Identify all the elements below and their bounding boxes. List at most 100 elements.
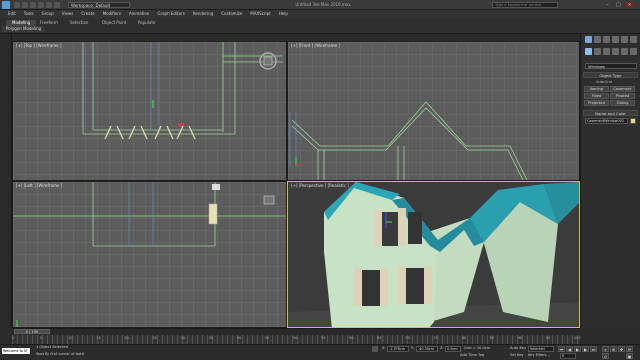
go-to-end-icon[interactable]: ⏭ [590, 346, 597, 352]
minimize-icon[interactable]: – [603, 2, 612, 8]
go-to-start-icon[interactable]: ⏮ [558, 346, 565, 352]
menu-item-group[interactable]: Group [38, 10, 58, 18]
tab-populate[interactable]: Populate [132, 20, 161, 26]
app-logo-icon[interactable] [2, 1, 10, 9]
key-filters-button[interactable]: Key Filters... [528, 353, 550, 357]
object-category-dropdown[interactable]: Windows [585, 63, 637, 69]
z-coordinate-field[interactable]: 0.0cm [445, 346, 461, 352]
track-bar-tick-label: 40 [236, 336, 242, 340]
zoom-icon[interactable]: ⌕ [602, 346, 609, 352]
prompt-line: Specify first corner of bottl [36, 352, 84, 356]
menu-item-help[interactable]: Help [275, 10, 292, 18]
menu-item-customize[interactable]: Customize [217, 10, 246, 18]
track-bar-tick-label: 35 [208, 336, 214, 340]
viewport-label-top[interactable]: [+] [Top ] [Wireframe ] [16, 43, 61, 48]
search-input[interactable]: Type a keyword or phrase [492, 2, 558, 8]
viewport-top[interactable]: [+] [Top ] [Wireframe ] [12, 41, 287, 181]
orbit-icon[interactable]: ⟳ [626, 346, 633, 352]
menu-item-rendering[interactable]: Rendering [189, 10, 217, 18]
casement-button[interactable]: Casement [610, 86, 635, 92]
next-frame-icon[interactable]: ▶ [582, 346, 589, 352]
fixed-button[interactable]: Fixed [584, 93, 609, 99]
display-tab-icon[interactable] [621, 36, 628, 43]
window-lower-left [354, 268, 388, 306]
scene-explorer-strip[interactable] [0, 34, 12, 328]
y-label: Y: [411, 346, 414, 350]
motion-tab-icon[interactable] [612, 36, 619, 43]
menu-item-views[interactable]: Views [58, 10, 78, 18]
redo-icon[interactable] [46, 2, 52, 8]
lock-selection-icon[interactable] [372, 346, 378, 352]
house-render [288, 182, 579, 327]
modify-tab-icon[interactable] [594, 36, 601, 43]
pivoted-button[interactable]: Pivoted [610, 93, 635, 99]
tab-object-paint[interactable]: Object Paint [96, 20, 132, 26]
menu-item-animation[interactable]: Animation [125, 10, 153, 18]
pan-icon[interactable]: ✥ [618, 346, 625, 352]
helpers-icon[interactable] [621, 48, 628, 55]
previous-frame-icon[interactable]: ◀ [566, 346, 573, 352]
play-icon[interactable]: ▶ [574, 346, 581, 352]
add-time-tag[interactable]: Add Time Tag [460, 353, 484, 357]
field-of-view-icon[interactable]: ◇ [602, 353, 609, 359]
utilities-tab-icon[interactable] [630, 36, 637, 43]
projected-button[interactable]: Projected [584, 100, 609, 106]
object-name-field[interactable]: CasementWindow002 [585, 118, 628, 124]
track-bar-tick-label: 0 [12, 336, 15, 340]
lights-icon[interactable] [603, 48, 610, 55]
x-coordinate-field[interactable]: -1.378cm [387, 346, 409, 352]
track-bar-tick-label: 5 [40, 336, 43, 340]
zoom-all-icon[interactable]: ⊕ [610, 346, 617, 352]
current-frame-field[interactable]: 0 [560, 353, 576, 359]
object-color-swatch[interactable] [630, 118, 636, 124]
new-file-icon[interactable] [14, 2, 20, 8]
open-file-icon[interactable] [22, 2, 28, 8]
shapes-icon[interactable] [594, 48, 601, 55]
menu-item-tools[interactable]: Tools [20, 10, 38, 18]
maximize-viewport-icon[interactable]: ▣ [626, 353, 633, 359]
time-slider-track[interactable] [12, 328, 580, 335]
space-warps-icon[interactable] [630, 48, 637, 55]
autogrid-checkbox[interactable]: AutoGrid [596, 80, 612, 84]
set-key-button[interactable]: Set Key [510, 353, 524, 357]
track-bar-tick-label: 10 [68, 336, 73, 340]
viewport-perspective[interactable]: [+] [Perspective ] [Realistic ] [287, 181, 580, 328]
selection-set-dropdown[interactable]: Selected [528, 346, 554, 352]
undo-icon[interactable] [38, 2, 44, 8]
object-type-rollout[interactable]: Object Type [583, 72, 638, 78]
name-and-color-rollout[interactable]: Name and Color [583, 110, 638, 116]
time-slider-handle[interactable]: 0 / 100 [14, 329, 50, 334]
y-coordinate-field[interactable]: -40.35cm [416, 346, 438, 352]
track-bar-tick-label: 100 [574, 336, 581, 340]
save-file-icon[interactable] [30, 2, 36, 8]
polygon-modeling-panel[interactable]: Polygon Modeling [2, 26, 46, 32]
window-upper [374, 208, 422, 246]
tab-selection[interactable]: Selection [64, 20, 94, 26]
close-icon[interactable]: × [625, 2, 634, 8]
maximize-icon[interactable]: □ [614, 2, 623, 8]
track-bar-tick-label: 25 [152, 336, 157, 340]
auto-key-button[interactable]: Auto Key [510, 346, 526, 350]
viewport-left[interactable]: [+] [Left ] [Wireframe ] [12, 181, 287, 328]
workspace-dropdown[interactable]: Workspace: Default [68, 2, 130, 8]
menu-item-graph-editors[interactable]: Graph Editors [153, 10, 188, 18]
project-folder-icon[interactable] [54, 2, 60, 8]
selection-count: 1 Object Selected [36, 345, 68, 349]
menu-item-maxscript[interactable]: MAXScript [246, 10, 275, 18]
menu-item-edit[interactable]: Edit [4, 10, 20, 18]
create-tab-icon[interactable] [585, 36, 592, 43]
menu-item-create[interactable]: Create [77, 10, 98, 18]
track-bar-tick-label: 85 [489, 336, 495, 340]
sliding-button[interactable]: Sliding [610, 100, 635, 106]
window-lower-right [398, 266, 432, 304]
awning-button[interactable]: Awning [584, 86, 609, 92]
geometry-icon[interactable] [585, 48, 592, 55]
menu-item-modifiers[interactable]: Modifiers [99, 10, 125, 18]
track-bar-tick-label: 55 [321, 336, 326, 340]
maxscript-listener[interactable]: Welcome to M [2, 348, 30, 354]
z-label: Z: [440, 346, 444, 350]
hierarchy-tab-icon[interactable] [603, 36, 610, 43]
viewport-front[interactable]: [+] [Front ] [Wireframe ] [287, 41, 580, 181]
track-bar-tick-label: 30 [180, 336, 185, 340]
cameras-icon[interactable] [612, 48, 619, 55]
